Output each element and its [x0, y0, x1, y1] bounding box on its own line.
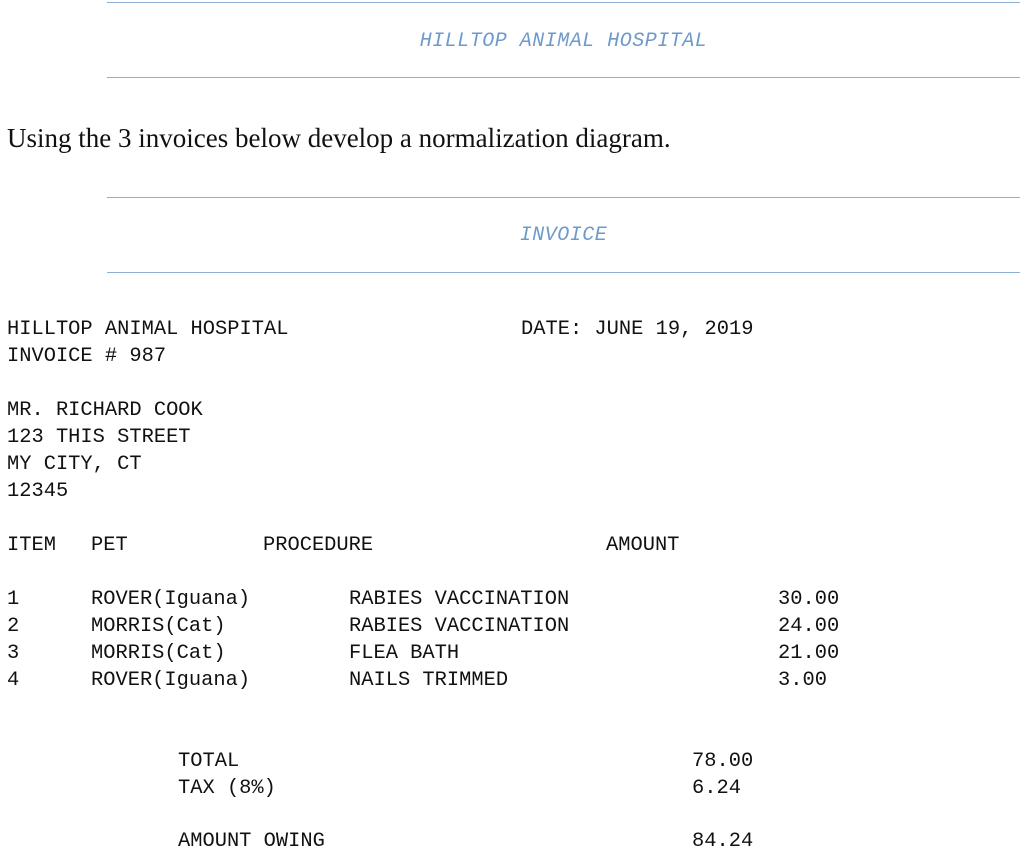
- column-header-procedure: PROCEDURE: [263, 534, 374, 557]
- invoice-banner: INVOICE: [519, 224, 608, 247]
- tax-value: 6.24: [692, 777, 741, 800]
- customer-name: MR. RICHARD COOK: [7, 399, 203, 422]
- hospital-banner: HILLTOP ANIMAL HOSPITAL: [419, 30, 708, 53]
- invoice-number: INVOICE # 987: [7, 345, 167, 368]
- line-item-pet: MORRIS(Cat): [91, 615, 226, 638]
- line-item-pet: MORRIS(Cat): [91, 642, 226, 665]
- line-item-number: 2: [7, 615, 20, 638]
- line-item-procedure: NAILS TRIMMED: [349, 669, 509, 692]
- customer-city-state: MY CITY, CT: [7, 453, 142, 476]
- line-item-amount: 3.00: [778, 669, 827, 692]
- line-item-number: 1: [7, 588, 20, 611]
- column-header-amount: AMOUNT: [606, 534, 680, 557]
- column-header-item: ITEM: [7, 534, 56, 557]
- line-item-amount: 30.00: [778, 588, 840, 611]
- customer-street: 123 THIS STREET: [7, 426, 191, 449]
- total-label: TOTAL: [178, 750, 240, 773]
- invoice-rule-upper: [107, 197, 1020, 198]
- customer-zip: 12345: [7, 480, 69, 503]
- tax-label: TAX (8%): [178, 777, 276, 800]
- line-item-procedure: FLEA BATH: [349, 642, 460, 665]
- line-item-procedure: RABIES VACCINATION: [349, 588, 570, 611]
- line-item-number: 3: [7, 642, 20, 665]
- invoice-date: DATE: JUNE 19, 2019: [521, 318, 754, 341]
- line-item-number: 4: [7, 669, 20, 692]
- invoice-rule-lower: [107, 272, 1020, 273]
- total-value: 78.00: [692, 750, 754, 773]
- instruction-text: Using the 3 invoices below develop a nor…: [7, 123, 671, 153]
- line-item-pet: ROVER(Iguana): [91, 588, 251, 611]
- invoice-hospital-name: HILLTOP ANIMAL HOSPITAL: [7, 318, 289, 341]
- top-rule-lower: [107, 77, 1020, 78]
- top-rule-upper: [107, 2, 1020, 3]
- line-item-amount: 24.00: [778, 615, 840, 638]
- line-item-procedure: RABIES VACCINATION: [349, 615, 570, 638]
- line-item-amount: 21.00: [778, 642, 840, 665]
- amount-owing-value: 84.24: [692, 830, 754, 853]
- column-header-pet: PET: [91, 534, 128, 557]
- amount-owing-label: AMOUNT OWING: [178, 830, 325, 853]
- line-item-pet: ROVER(Iguana): [91, 669, 251, 692]
